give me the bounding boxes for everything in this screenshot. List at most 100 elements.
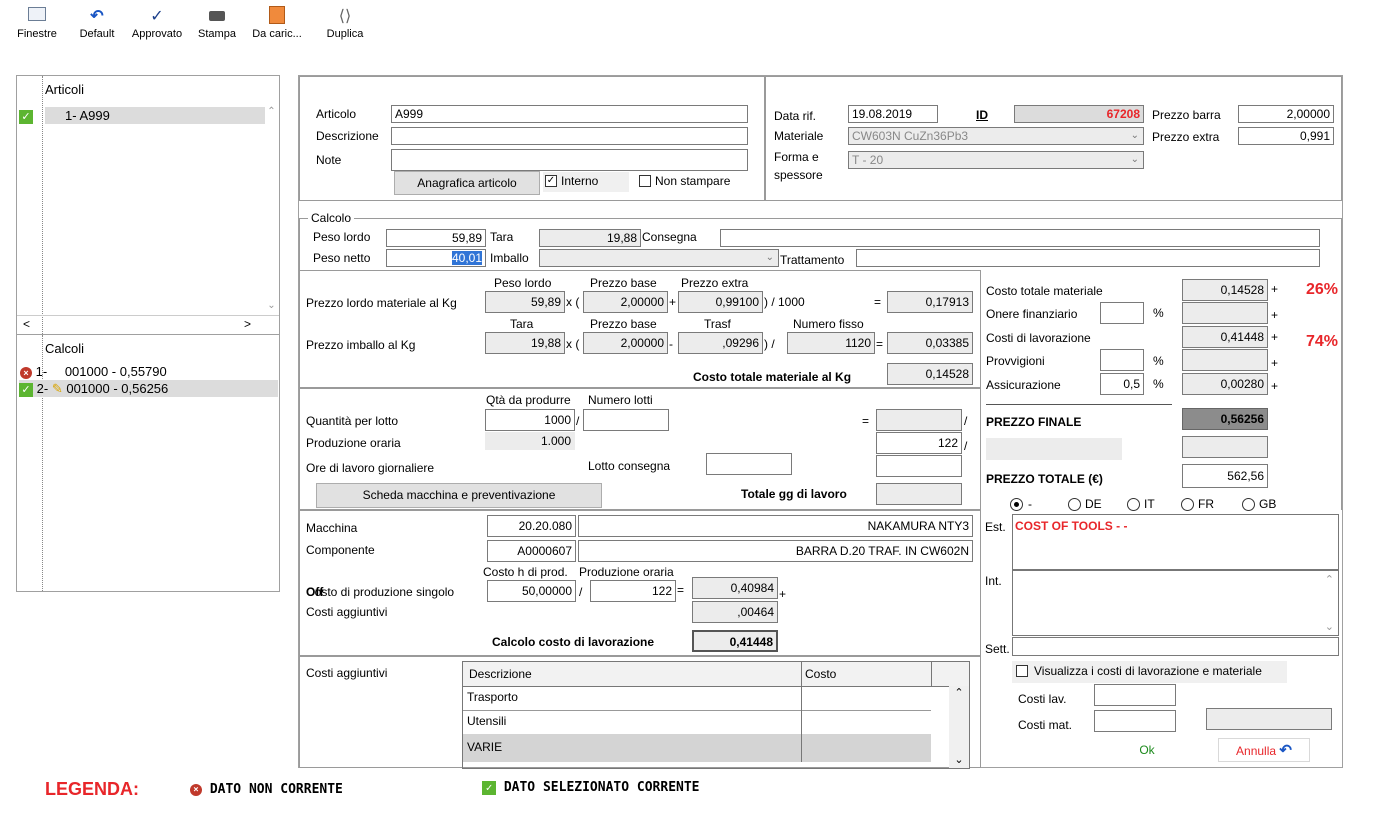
horizontal-scrollbar[interactable]: < > bbox=[17, 315, 279, 334]
approvato-button[interactable]: ✓ Approvato bbox=[128, 6, 186, 40]
chevron-down-icon[interactable]: ⌄ bbox=[265, 300, 278, 311]
calcolo-row-2[interactable]: ✓ 2- ✎ 001000 - 0,56256 bbox=[19, 380, 278, 397]
pencil-icon: ✎ bbox=[51, 381, 63, 396]
peso-lordo-input[interactable]: 59,89 bbox=[386, 229, 486, 247]
undo-icon: ↶ bbox=[1279, 742, 1292, 759]
sett-label: Sett. bbox=[985, 642, 1010, 656]
est-textarea[interactable]: COST OF TOOLS - - bbox=[1012, 514, 1339, 570]
onere-finanziario-label: Onere finanziario bbox=[986, 307, 1078, 321]
imballo-select[interactable]: ⌄ bbox=[539, 249, 779, 267]
table-row[interactable]: Trasporto bbox=[463, 686, 931, 711]
produzione-oraria-input[interactable]: 122 bbox=[590, 580, 676, 602]
chevron-down-icon[interactable]: ⌄ bbox=[949, 753, 969, 766]
op-slash-3: / bbox=[964, 439, 968, 453]
annulla-button[interactable]: Annulla ↶ bbox=[1218, 738, 1310, 762]
int-label: Int. bbox=[985, 574, 1002, 588]
trattamento-input[interactable] bbox=[856, 249, 1320, 267]
forma-select[interactable]: T - 20 ⌄ bbox=[848, 151, 1144, 169]
op-slash: / bbox=[579, 585, 583, 599]
materiale-select[interactable]: CW603N CuZn36Pb3 ⌄ bbox=[848, 127, 1144, 145]
row2-numero-fisso: 1120 bbox=[787, 332, 875, 354]
prezzo-extra-input[interactable]: 0,991 bbox=[1238, 127, 1334, 145]
prezzo-barra-input[interactable]: 2,00000 bbox=[1238, 105, 1334, 123]
spessore-label: spessore bbox=[774, 168, 823, 182]
ok-button[interactable]: Ok bbox=[1112, 738, 1182, 762]
forma-value: T - 20 bbox=[852, 153, 884, 167]
peso-lordo-label: Peso lordo bbox=[313, 230, 371, 244]
error-icon: × bbox=[190, 783, 202, 796]
scheda-macchina-button[interactable]: Scheda macchina e preventivazione bbox=[316, 483, 602, 508]
radio-fr[interactable] bbox=[1181, 498, 1194, 511]
numero-lotti-input[interactable] bbox=[583, 409, 669, 431]
radio-de[interactable] bbox=[1068, 498, 1081, 511]
window-icon bbox=[14, 6, 60, 28]
table-row[interactable]: VARIE bbox=[463, 734, 931, 762]
note-input[interactable] bbox=[391, 149, 748, 171]
chevron-up-icon[interactable]: ⌃ bbox=[1325, 573, 1334, 586]
produzione-oraria-right[interactable]: 122 bbox=[876, 432, 962, 454]
costo-h-input[interactable]: 50,00000 bbox=[487, 580, 576, 602]
macchina-code[interactable]: 20.20.080 bbox=[487, 515, 576, 537]
vertical-scrollbar[interactable]: ⌃ ⌄ bbox=[265, 106, 278, 311]
componente-code[interactable]: A0000607 bbox=[487, 540, 576, 562]
data-rif-input[interactable]: 19.08.2019 bbox=[848, 105, 938, 123]
costi-lavorazione-value: 0,41448 bbox=[1182, 326, 1268, 348]
chevron-left-icon[interactable]: < bbox=[23, 317, 30, 331]
consegna-input[interactable] bbox=[720, 229, 1320, 247]
da-caric-button[interactable]: Da caric... bbox=[248, 6, 306, 40]
stampa-button[interactable]: Stampa bbox=[194, 6, 240, 40]
table-scrollbar[interactable]: ⌃ ⌄ bbox=[949, 686, 969, 768]
int-textarea[interactable]: ⌃ ⌄ bbox=[1012, 570, 1339, 636]
table-row[interactable]: Utensili bbox=[463, 710, 931, 735]
materiale-value: CW603N CuZn36Pb3 bbox=[852, 129, 969, 143]
costi-mat-input[interactable] bbox=[1094, 710, 1176, 732]
lotto-consegna-input[interactable] bbox=[706, 453, 792, 475]
note-label: Note bbox=[316, 153, 342, 167]
chevron-down-icon: ⌄ bbox=[1130, 154, 1139, 165]
provvigioni-pct-input[interactable] bbox=[1100, 349, 1144, 371]
chevron-up-icon[interactable]: ⌃ bbox=[265, 106, 278, 117]
articoli-panel: Articoli ✓ 1- A999 ⌃ ⌄ < > bbox=[16, 75, 280, 335]
duplica-button[interactable]: ⟨⟩ Duplica bbox=[320, 6, 370, 40]
descrizione-input[interactable] bbox=[391, 127, 748, 145]
row1-result: 0,17913 bbox=[887, 291, 973, 313]
ore-lavoro-input[interactable] bbox=[876, 455, 962, 477]
op-equals: = bbox=[862, 414, 870, 428]
riepilogo-section: Costo totale materiale 0,14528 + 26% One… bbox=[981, 270, 1342, 510]
est-value: COST OF TOOLS - - bbox=[1015, 519, 1128, 533]
chevron-down-icon: ⌄ bbox=[765, 252, 774, 263]
costo-totale-materiale-label: Costo totale materiale bbox=[986, 284, 1103, 298]
chevron-down-icon[interactable]: ⌄ bbox=[1325, 620, 1334, 633]
non-stampare-checkbox[interactable]: Non stampare bbox=[635, 172, 747, 192]
costi-lav-label: Costi lav. bbox=[1018, 692, 1067, 706]
chevron-right-icon[interactable]: > bbox=[244, 317, 251, 331]
imballo-label: Imballo bbox=[490, 251, 529, 265]
radio-gb[interactable] bbox=[1242, 498, 1255, 511]
radio-it[interactable] bbox=[1127, 498, 1140, 511]
duplicate-icon: ⟨⟩ bbox=[338, 8, 352, 25]
articolo-input[interactable]: A999 bbox=[391, 105, 748, 123]
calcolo-title: Calcolo bbox=[308, 211, 355, 225]
quantita-lotto-input[interactable]: 1000 bbox=[485, 409, 575, 431]
sett-input[interactable] bbox=[1012, 637, 1339, 656]
prezzo-totale-value[interactable]: 562,56 bbox=[1182, 464, 1268, 488]
chevron-up-icon[interactable]: ⌃ bbox=[949, 686, 969, 699]
calcolo-row-1[interactable]: × 1- 001000 - 0,55790 bbox=[20, 363, 279, 380]
visualizza-label: Visualizza i costi di lavorazione e mate… bbox=[1034, 664, 1262, 678]
articoli-item[interactable]: ✓ 1- A999 bbox=[19, 107, 265, 124]
anagrafica-articolo-button[interactable]: Anagrafica articolo bbox=[394, 171, 540, 195]
h-prezzo-base: Prezzo base bbox=[590, 276, 657, 290]
costi-lav-input[interactable] bbox=[1094, 684, 1176, 706]
assicurazione-pct-input[interactable]: 0,5 bbox=[1100, 373, 1144, 395]
peso-netto-input[interactable]: 40,01 bbox=[386, 249, 486, 267]
visualizza-checkbox[interactable]: Visualizza i costi di lavorazione e mate… bbox=[1012, 661, 1287, 683]
finestre-button[interactable]: Finestre bbox=[14, 6, 60, 40]
interno-checkbox[interactable]: ✓ Interno bbox=[543, 172, 629, 192]
produzione-section: Qtà da produrre Numero lotti Quantità pe… bbox=[299, 388, 981, 510]
onere-pct-input[interactable] bbox=[1100, 302, 1144, 324]
default-button[interactable]: ↶ Default bbox=[74, 6, 120, 40]
loader-icon bbox=[248, 6, 306, 28]
error-icon: × bbox=[20, 366, 32, 379]
radio-dot[interactable] bbox=[1010, 498, 1023, 511]
costi-aggiuntivi-value: ,00464 bbox=[692, 601, 778, 623]
